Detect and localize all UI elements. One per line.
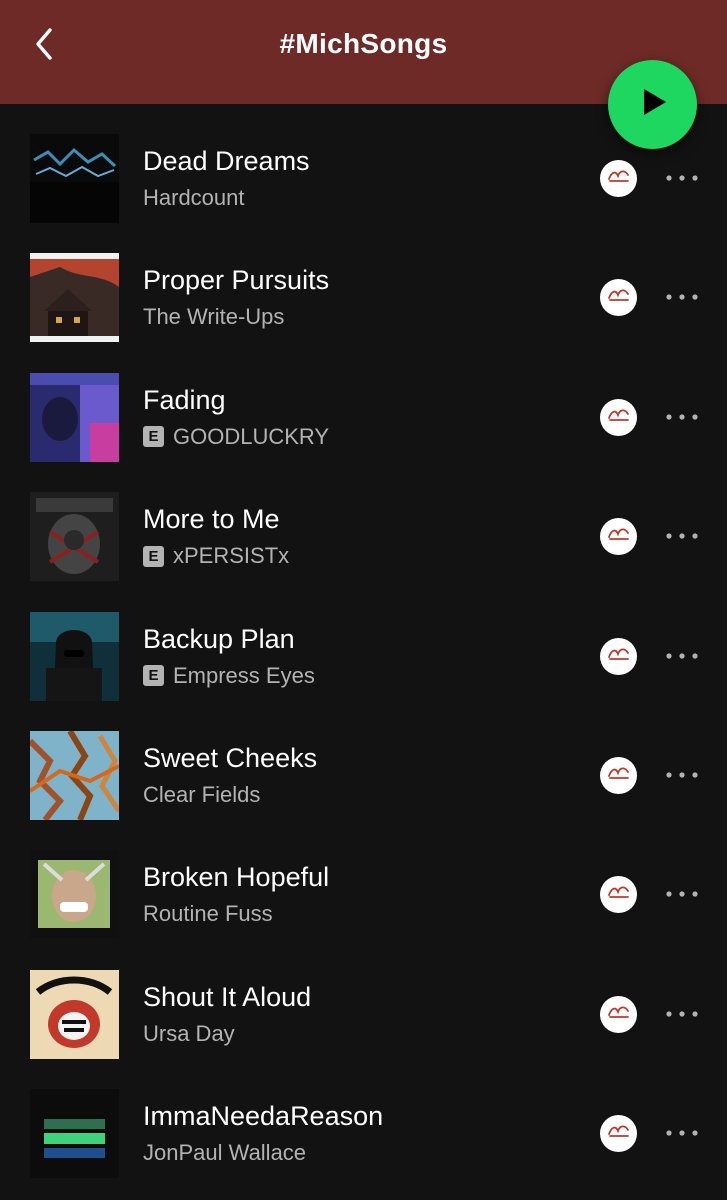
more-options-button[interactable] <box>662 403 702 431</box>
explicit-badge: E <box>143 665 164 687</box>
user-logo-icon <box>606 1003 632 1026</box>
more-options-icon <box>665 527 699 545</box>
track-row[interactable]: ImmaNeedaReason JonPaul Wallace <box>0 1074 727 1193</box>
more-options-icon <box>665 766 699 784</box>
user-logo-icon <box>606 167 632 190</box>
album-art <box>30 611 119 701</box>
added-by-avatar[interactable] <box>600 995 637 1033</box>
user-logo-icon <box>606 406 632 429</box>
track-title: Proper Pursuits <box>143 265 330 296</box>
track-artist-line: E Empress Eyes <box>143 663 315 689</box>
track-title: ImmaNeedaReason <box>143 1101 384 1132</box>
track-artist-line: E GOODLUCKRY <box>143 424 329 450</box>
track-artist-line: JonPaul Wallace <box>143 1140 306 1166</box>
user-logo-icon <box>606 286 632 309</box>
more-options-icon <box>665 288 699 306</box>
more-options-button[interactable] <box>662 164 702 192</box>
album-art <box>30 730 119 820</box>
album-art <box>30 492 119 582</box>
play-button[interactable] <box>608 60 697 149</box>
user-logo-icon <box>606 764 632 787</box>
track-row[interactable]: Broken Hopeful Routine Fuss <box>0 835 727 954</box>
more-options-button[interactable] <box>662 880 702 908</box>
track-artist: Hardcount <box>143 185 245 210</box>
track-title: Broken Hopeful <box>143 862 330 893</box>
user-logo-icon <box>606 645 632 668</box>
track-title: Fading <box>143 384 226 415</box>
added-by-avatar[interactable] <box>600 160 637 197</box>
track-row[interactable]: More to Me E xPERSISTx <box>0 477 727 596</box>
added-by-avatar[interactable] <box>600 756 637 794</box>
more-options-button[interactable] <box>662 1000 702 1028</box>
added-by-avatar[interactable] <box>600 1115 637 1153</box>
track-title: More to Me <box>143 504 280 535</box>
more-options-icon <box>665 169 699 187</box>
track-artist: GOODLUCKRY <box>173 423 330 449</box>
track-artist-line: Hardcount <box>143 185 245 211</box>
user-logo-icon <box>606 1122 632 1145</box>
track-row[interactable]: Shout It Aloud Ursa Day <box>0 955 727 1074</box>
track-artist: Clear Fields <box>143 781 261 807</box>
page-title: #MichSongs <box>279 28 448 59</box>
track-list: Dead Dreams Hardcount Proper Pursuits Th… <box>0 119 727 1194</box>
track-artist: Empress Eyes <box>173 662 315 688</box>
album-art <box>30 850 119 940</box>
album-art <box>30 969 119 1059</box>
track-row[interactable]: Proper Pursuits The Write-Ups <box>0 238 727 357</box>
album-art <box>30 253 119 343</box>
track-artist: The Write-Ups <box>143 304 285 330</box>
track-artist: xPERSISTx <box>173 543 290 569</box>
track-title: Shout It Aloud <box>143 981 312 1012</box>
more-options-button[interactable] <box>662 522 702 550</box>
more-options-button[interactable] <box>662 283 702 311</box>
more-options-icon <box>665 1124 699 1142</box>
track-artist: JonPaul Wallace <box>143 1140 307 1166</box>
added-by-avatar[interactable] <box>600 398 637 436</box>
more-options-button[interactable] <box>662 1119 702 1147</box>
track-title: Backup Plan <box>143 623 295 654</box>
play-icon <box>636 85 670 124</box>
more-options-button[interactable] <box>662 761 702 789</box>
more-options-icon <box>665 647 699 665</box>
track-row[interactable]: Backup Plan E Empress Eyes <box>0 597 727 716</box>
more-options-icon <box>665 408 699 426</box>
more-options-icon <box>665 885 699 903</box>
album-art <box>30 1089 119 1179</box>
track-row[interactable]: Dead Dreams Hardcount <box>0 119 727 238</box>
added-by-avatar[interactable] <box>600 518 637 556</box>
track-row[interactable]: Sweet Cheeks Clear Fields <box>0 716 727 835</box>
track-artist-line: E xPERSISTx <box>143 543 289 569</box>
track-artist: Routine Fuss <box>143 901 273 927</box>
more-options-button[interactable] <box>662 642 702 670</box>
explicit-badge: E <box>143 426 164 448</box>
album-art <box>30 134 119 223</box>
track-artist-line: Clear Fields <box>143 782 260 808</box>
track-title: Sweet Cheeks <box>143 742 318 773</box>
track-artist: Ursa Day <box>143 1020 235 1046</box>
track-title: Dead Dreams <box>143 146 310 176</box>
added-by-avatar[interactable] <box>600 279 637 317</box>
added-by-avatar[interactable] <box>600 876 637 914</box>
track-artist-line: Ursa Day <box>143 1021 235 1047</box>
track-row[interactable]: Fading E GOODLUCKRY <box>0 358 727 477</box>
track-artist-line: Routine Fuss <box>143 901 273 927</box>
explicit-badge: E <box>143 545 164 567</box>
more-options-icon <box>665 1005 699 1023</box>
user-logo-icon <box>606 883 632 906</box>
album-art <box>30 372 119 462</box>
added-by-avatar[interactable] <box>600 637 637 675</box>
user-logo-icon <box>606 525 632 548</box>
track-artist-line: The Write-Ups <box>143 304 284 330</box>
